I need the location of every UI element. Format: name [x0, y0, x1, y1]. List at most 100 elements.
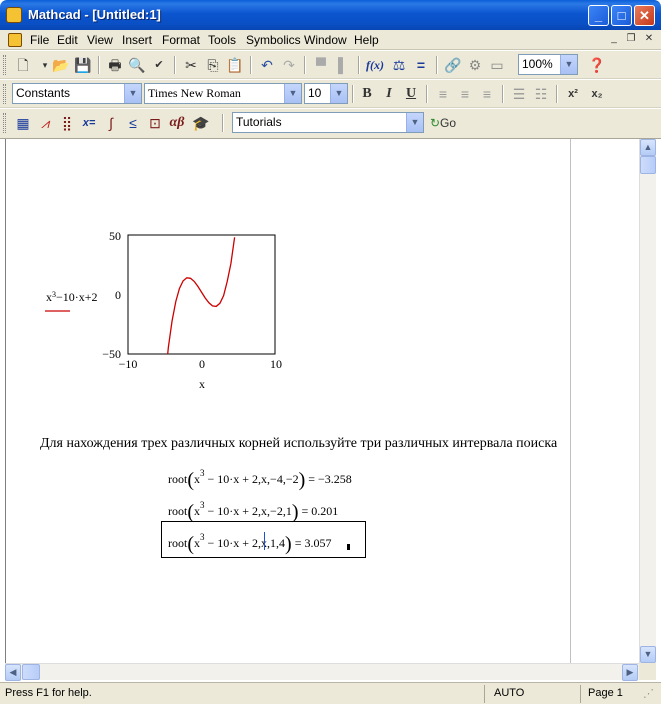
- insert-function-icon[interactable]: f(x): [364, 54, 386, 76]
- align-top-icon[interactable]: ▀: [310, 54, 332, 76]
- paren-open-icon: (: [187, 533, 195, 555]
- align-left-text-icon[interactable]: ≡: [432, 83, 454, 105]
- matrix-toolbar-icon[interactable]: ⣿: [56, 112, 78, 134]
- print-icon[interactable]: 🖶: [104, 54, 126, 76]
- open-folder-icon[interactable]: 📂: [50, 54, 72, 76]
- calculate-icon[interactable]: =: [410, 54, 432, 76]
- toolbar-separator: [358, 56, 360, 74]
- resource-select[interactable]: Tutorials ▼: [232, 112, 424, 133]
- doc-minimize-button[interactable]: _: [607, 33, 621, 46]
- subscript-icon[interactable]: x₂: [586, 83, 608, 105]
- menu-format[interactable]: Format: [162, 33, 200, 47]
- vertical-scrollbar[interactable]: ▲ ▼: [639, 139, 656, 663]
- symbolic-toolbar-icon[interactable]: 🎓: [190, 112, 212, 134]
- resource-value: Tutorials: [236, 115, 282, 129]
- doc-restore-button[interactable]: ❐: [624, 33, 638, 46]
- underline-button[interactable]: U: [400, 83, 422, 105]
- italic-button[interactable]: I: [378, 83, 400, 105]
- insert-unit-icon[interactable]: ⚖: [388, 54, 410, 76]
- doc-close-button[interactable]: ✕: [642, 33, 656, 46]
- resize-grip-icon[interactable]: ⋰: [643, 687, 654, 700]
- superscript-icon[interactable]: x²: [562, 83, 584, 105]
- menu-tools[interactable]: Tools: [208, 33, 236, 47]
- toolbar-separator: [426, 85, 428, 103]
- redo-icon[interactable]: ↷: [278, 54, 300, 76]
- save-icon[interactable]: 💾: [72, 54, 94, 76]
- root-equation-3[interactable]: root(x3 − 10·x + 2,x,1,4) = 3.057: [168, 532, 332, 556]
- evaluation-toolbar-icon[interactable]: x=: [78, 112, 100, 134]
- scroll-left-icon[interactable]: ◀: [5, 664, 21, 681]
- horizontal-scroll-thumb[interactable]: [22, 664, 40, 680]
- vertical-scroll-thumb[interactable]: [640, 156, 656, 174]
- bullets-icon[interactable]: ☰: [508, 83, 530, 105]
- eq-body: − 10·x + 2,x,1,4: [204, 536, 286, 550]
- chevron-down-icon[interactable]: ▼: [560, 55, 577, 74]
- insert-hyperlink-icon[interactable]: 🔗: [442, 54, 464, 76]
- scroll-up-icon[interactable]: ▲: [640, 139, 656, 156]
- y-axis-function-label: x3−10·x+2: [46, 290, 98, 305]
- status-help-text: Press F1 for help.: [5, 687, 92, 699]
- status-bar: Press F1 for help. AUTO Page 1 ⋰: [0, 682, 661, 704]
- align-right-text-icon[interactable]: ≡: [476, 83, 498, 105]
- maximize-button[interactable]: □: [611, 5, 632, 26]
- paren-close-icon: ): [285, 533, 292, 555]
- go-button[interactable]: ↻Go: [426, 112, 460, 134]
- chevron-down-icon[interactable]: ▼: [284, 84, 301, 103]
- menu-file[interactable]: File: [30, 33, 49, 47]
- calculus-toolbar-icon[interactable]: ∫: [100, 112, 122, 134]
- scroll-down-icon[interactable]: ▼: [640, 646, 656, 663]
- horizontal-scrollbar[interactable]: ◀ ▶: [5, 663, 639, 681]
- chevron-down-icon[interactable]: ▼: [124, 84, 141, 103]
- status-divider: [580, 685, 581, 703]
- zoom-value: 100%: [522, 57, 553, 71]
- menu-help[interactable]: Help: [354, 33, 379, 47]
- print-preview-icon[interactable]: 🔍: [126, 54, 148, 76]
- align-left-icon[interactable]: ▌: [332, 54, 354, 76]
- graph-toolbar-icon[interactable]: ⩘: [34, 112, 56, 134]
- instruction-text[interactable]: Для нахождения трех различных корней исп…: [40, 436, 557, 452]
- help-icon[interactable]: ❓: [586, 54, 608, 76]
- align-center-text-icon[interactable]: ≡: [454, 83, 476, 105]
- new-document-icon[interactable]: 🗋: [12, 54, 34, 76]
- minimize-button[interactable]: _: [588, 5, 609, 26]
- chevron-down-icon[interactable]: ▼: [406, 113, 423, 132]
- bold-button[interactable]: B: [356, 83, 378, 105]
- font-size-value: 10: [308, 86, 322, 100]
- copy-icon[interactable]: ⎘: [202, 54, 224, 76]
- style-select[interactable]: Constants ▼: [12, 83, 142, 104]
- font-select[interactable]: Times New Roman ▼: [144, 83, 302, 104]
- document-icon[interactable]: [8, 33, 22, 47]
- toolbar-separator: [250, 56, 252, 74]
- toolbar-grip[interactable]: [3, 55, 6, 75]
- zoom-select[interactable]: 100% ▼: [518, 54, 578, 75]
- numbering-icon[interactable]: ☷: [530, 83, 552, 105]
- math-toolbar: ▦ ⩘ ⣿ x= ∫ ≤ ⊡ αβ 🎓 Tutorials ▼ ↻Go: [0, 109, 661, 139]
- cut-icon[interactable]: ✂: [180, 54, 202, 76]
- resource-center-icon[interactable]: ▭: [486, 54, 508, 76]
- chevron-down-icon[interactable]: ▼: [330, 84, 347, 103]
- close-button[interactable]: ✕: [634, 5, 655, 26]
- mathcad-app-icon[interactable]: [6, 7, 22, 23]
- menu-symbolics[interactable]: Symbolics: [246, 33, 301, 47]
- region-handle-icon[interactable]: [347, 544, 350, 550]
- font-size-select[interactable]: 10 ▼: [304, 83, 348, 104]
- toolbar-grip[interactable]: [3, 84, 6, 104]
- toolbar-grip[interactable]: [3, 113, 6, 133]
- insert-component-icon[interactable]: ⚙: [464, 54, 486, 76]
- menu-insert[interactable]: Insert: [122, 33, 152, 47]
- scroll-right-icon[interactable]: ▶: [622, 664, 638, 681]
- page-margin-line: [570, 139, 571, 663]
- menu-edit[interactable]: Edit: [57, 33, 78, 47]
- boolean-toolbar-icon[interactable]: ≤: [122, 112, 144, 134]
- menu-view[interactable]: View: [87, 33, 113, 47]
- menu-window[interactable]: Window: [304, 33, 347, 47]
- greek-toolbar-icon[interactable]: αβ: [166, 112, 188, 134]
- root-equation-1[interactable]: root(x3 − 10·x + 2,x,−4,−2) = −3.258: [168, 468, 352, 492]
- spell-check-icon[interactable]: ✔: [148, 54, 170, 76]
- programming-toolbar-icon[interactable]: ⊡: [144, 112, 166, 134]
- paren-open-icon: (: [187, 501, 195, 523]
- undo-icon[interactable]: ↶: [256, 54, 278, 76]
- paste-icon[interactable]: 📋: [224, 54, 246, 76]
- worksheet[interactable]: [5, 139, 639, 663]
- calculator-toolbar-icon[interactable]: ▦: [12, 112, 34, 134]
